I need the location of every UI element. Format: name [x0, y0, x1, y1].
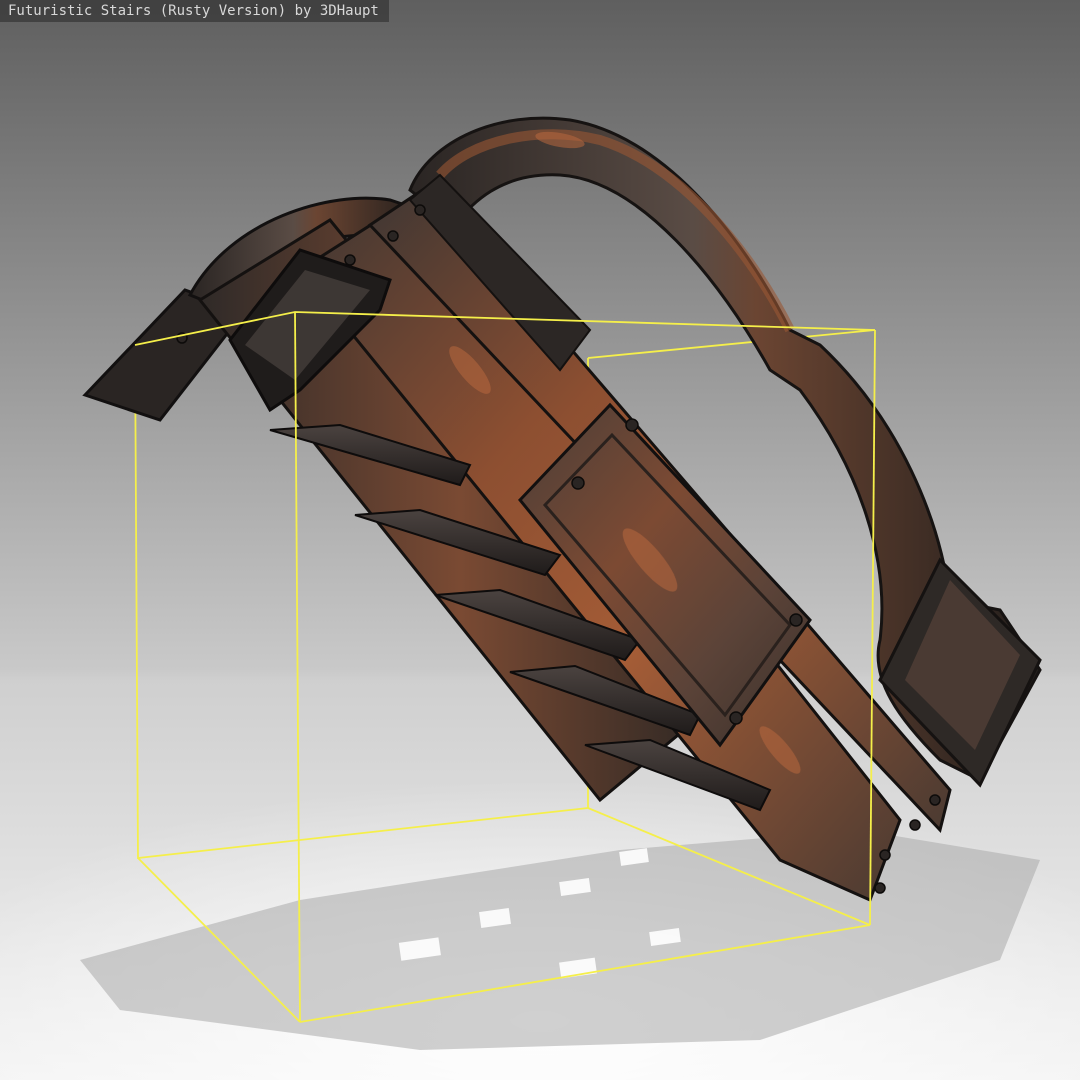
model-title: Futuristic Stairs (Rusty Version) by 3DH… — [0, 0, 389, 22]
scene-canvas[interactable] — [0, 0, 1080, 1080]
3d-viewport[interactable]: Futuristic Stairs (Rusty Version) by 3DH… — [0, 0, 1080, 1080]
